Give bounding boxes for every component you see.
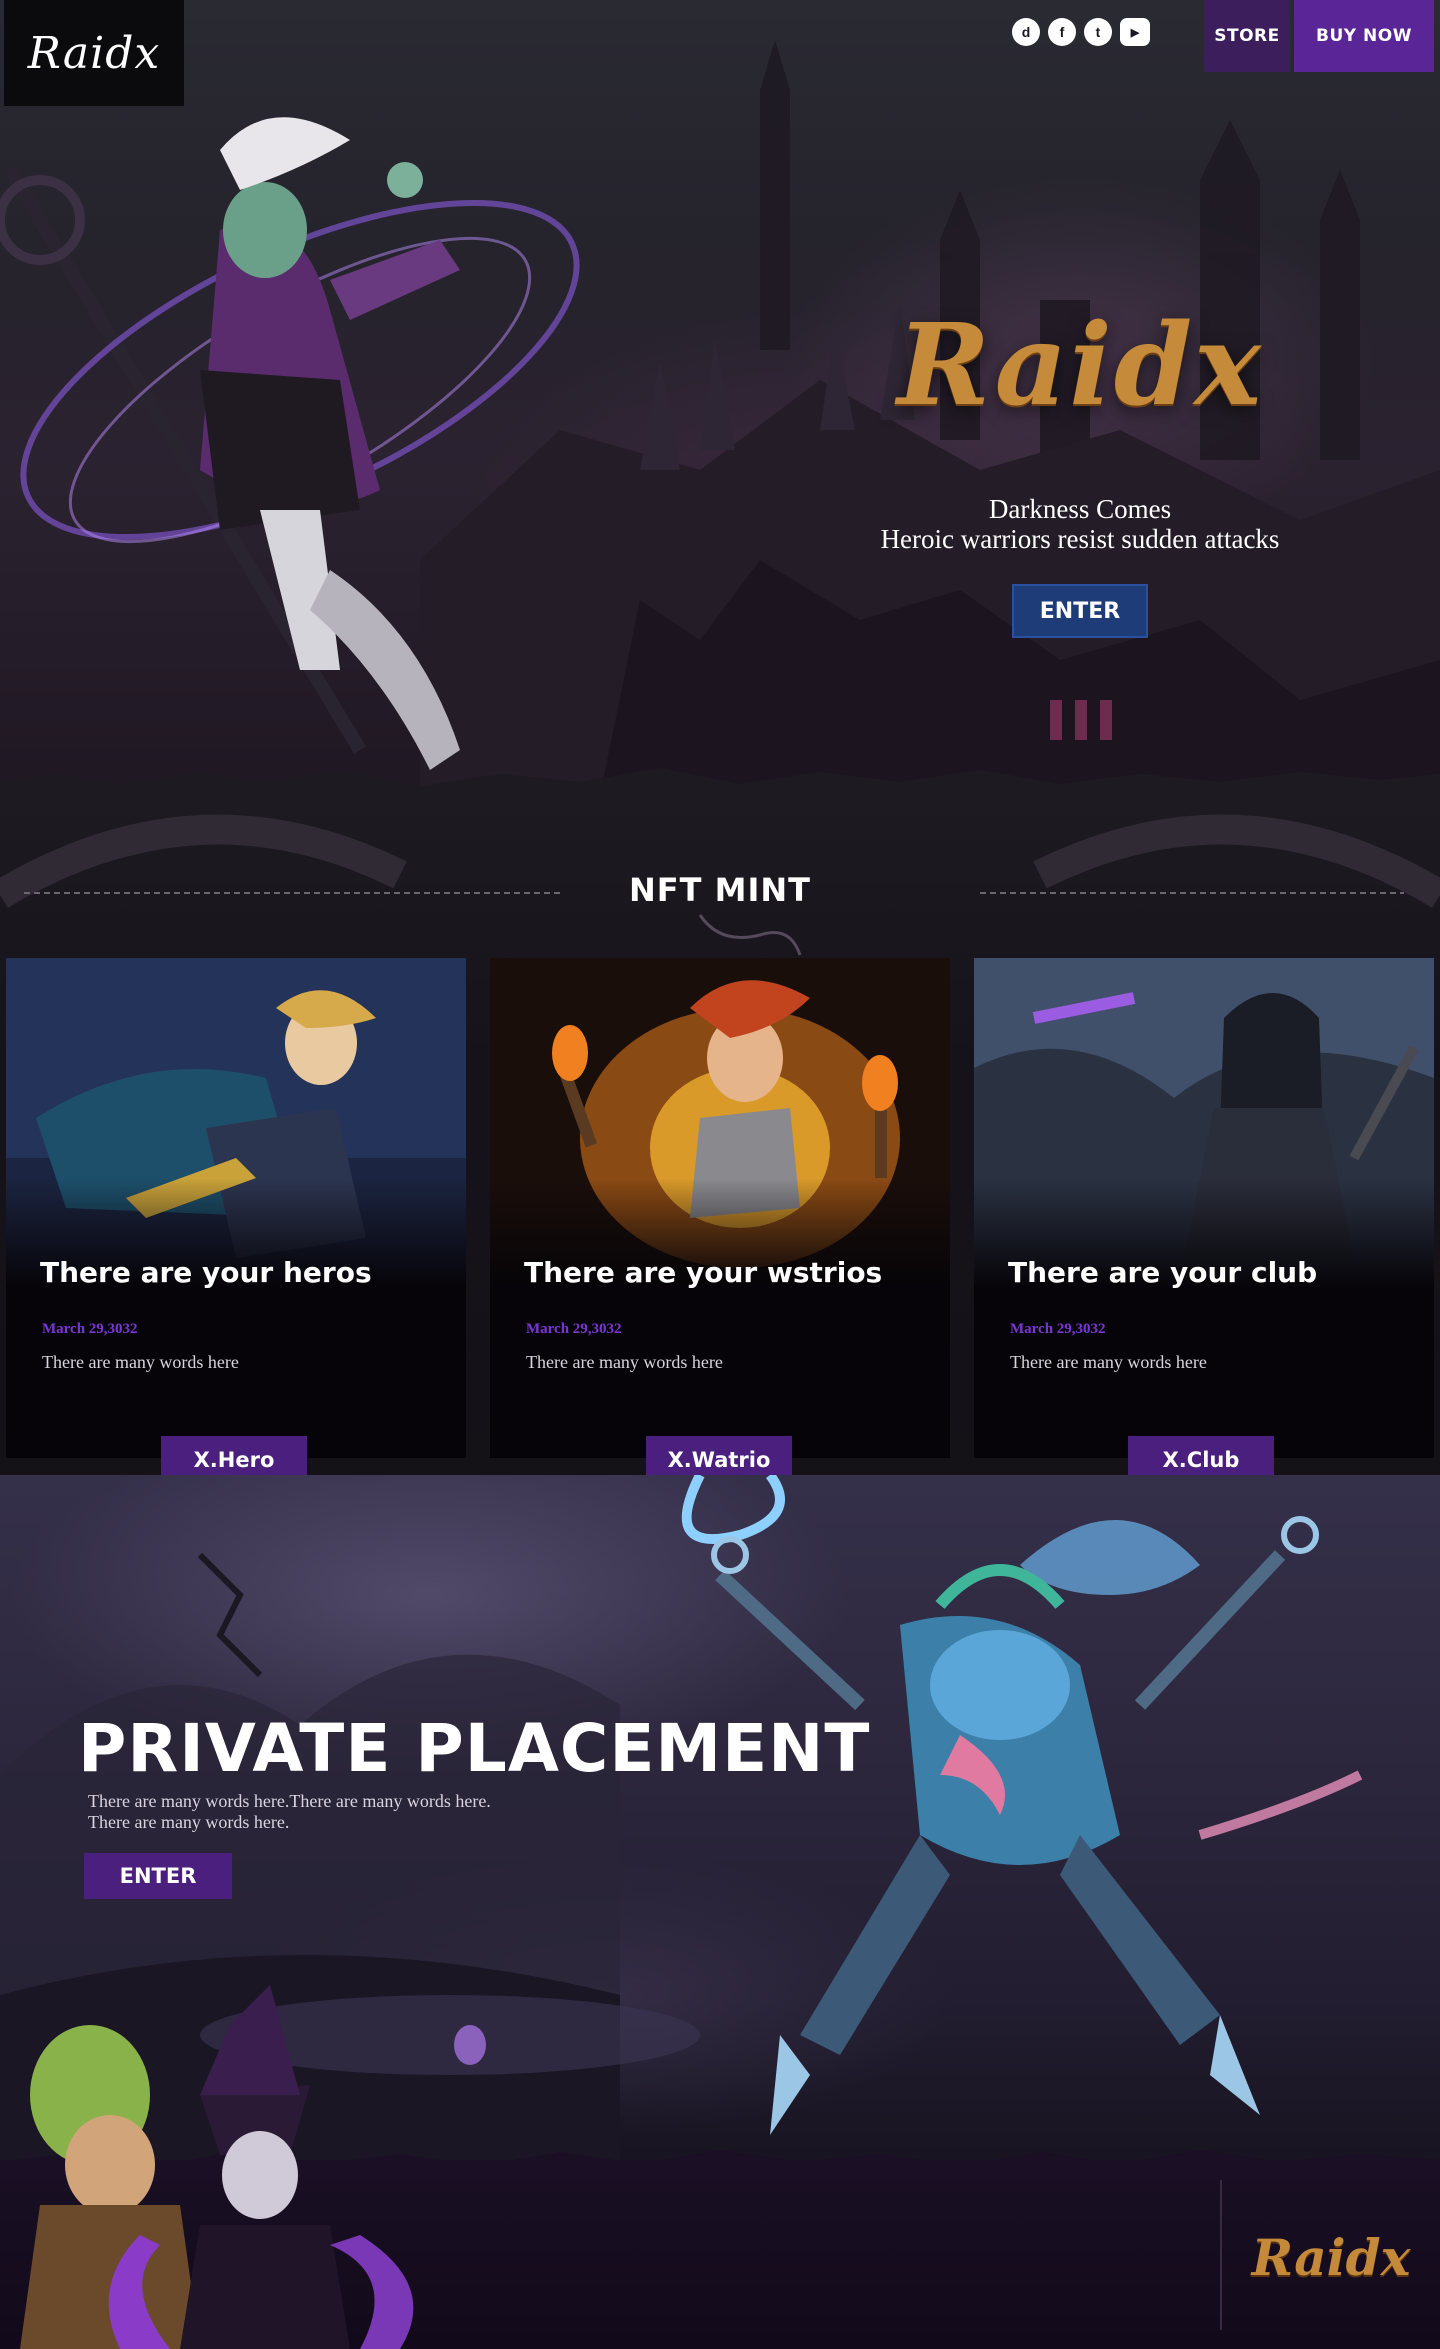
- hero-tagline-line-2: Heroic warriors resist sudden attacks: [880, 524, 1280, 554]
- site-logo[interactable]: Raidx: [4, 0, 184, 106]
- private-text-line-2: There are many words here.: [88, 1812, 290, 1832]
- footer-divider: [1220, 2180, 1222, 2330]
- card-description: There are many words here: [42, 1352, 239, 1372]
- hero-enter-button[interactable]: ENTER: [1012, 584, 1148, 638]
- twitter-icon[interactable]: t: [1084, 18, 1112, 46]
- hero-tagline: Darkness Comes Heroic warriors resist su…: [820, 494, 1340, 554]
- private-text-line-1: There are many words here.There are many…: [88, 1791, 491, 1811]
- footer-characters-illustration: [20, 1985, 486, 2349]
- hero-title: Raidx: [897, 300, 1263, 431]
- hero-section: Raidx d f t ▶ STORE BUY NOW Raidx Darkne…: [0, 0, 1440, 795]
- card-description: There are many words here: [526, 1352, 723, 1372]
- card-date: March 29,3032: [42, 1321, 138, 1337]
- card-title: There are your wstrios: [524, 1256, 883, 1289]
- buy-now-button[interactable]: BUY NOW: [1294, 0, 1434, 72]
- hero-torn-edge: [0, 760, 1440, 795]
- mint-title: NFT MINT: [629, 871, 811, 909]
- site-logo-text: Raidx: [27, 27, 161, 79]
- card-description: There are many words here: [1010, 1352, 1207, 1372]
- social-links: d f t ▶: [1012, 18, 1150, 46]
- nft-card-watrio: There are your wstrios March 29,3032 The…: [490, 958, 950, 1484]
- card-title: There are your heros: [40, 1256, 372, 1289]
- card-date: March 29,3032: [1010, 1321, 1106, 1337]
- private-placement-text: There are many words here.There are many…: [88, 1791, 648, 1833]
- hero-character-illustration: [0, 117, 580, 770]
- facebook-icon[interactable]: f: [1048, 18, 1076, 46]
- youtube-icon[interactable]: ▶: [1120, 18, 1150, 46]
- discord-icon[interactable]: d: [1012, 18, 1040, 46]
- beast-illustration: [681, 1475, 1363, 2135]
- private-enter-button[interactable]: ENTER: [84, 1853, 232, 1899]
- nft-card-hero: There are your heros March 29,3032 There…: [6, 958, 466, 1484]
- nft-mint-section: NFT MINT There are your heros March 29,3…: [0, 795, 1440, 1484]
- store-button[interactable]: STORE: [1204, 0, 1290, 72]
- card-title: There are your club: [1008, 1256, 1318, 1289]
- nft-card-club: There are your club March 29,3032 There …: [974, 958, 1434, 1484]
- hero-tagline-line-1: Darkness Comes: [988, 494, 1172, 524]
- private-placement-title: PRIVATE PLACEMENT: [78, 1710, 871, 1787]
- card-date: March 29,3032: [526, 1321, 622, 1337]
- footer-logo[interactable]: Raidx: [1236, 2228, 1426, 2287]
